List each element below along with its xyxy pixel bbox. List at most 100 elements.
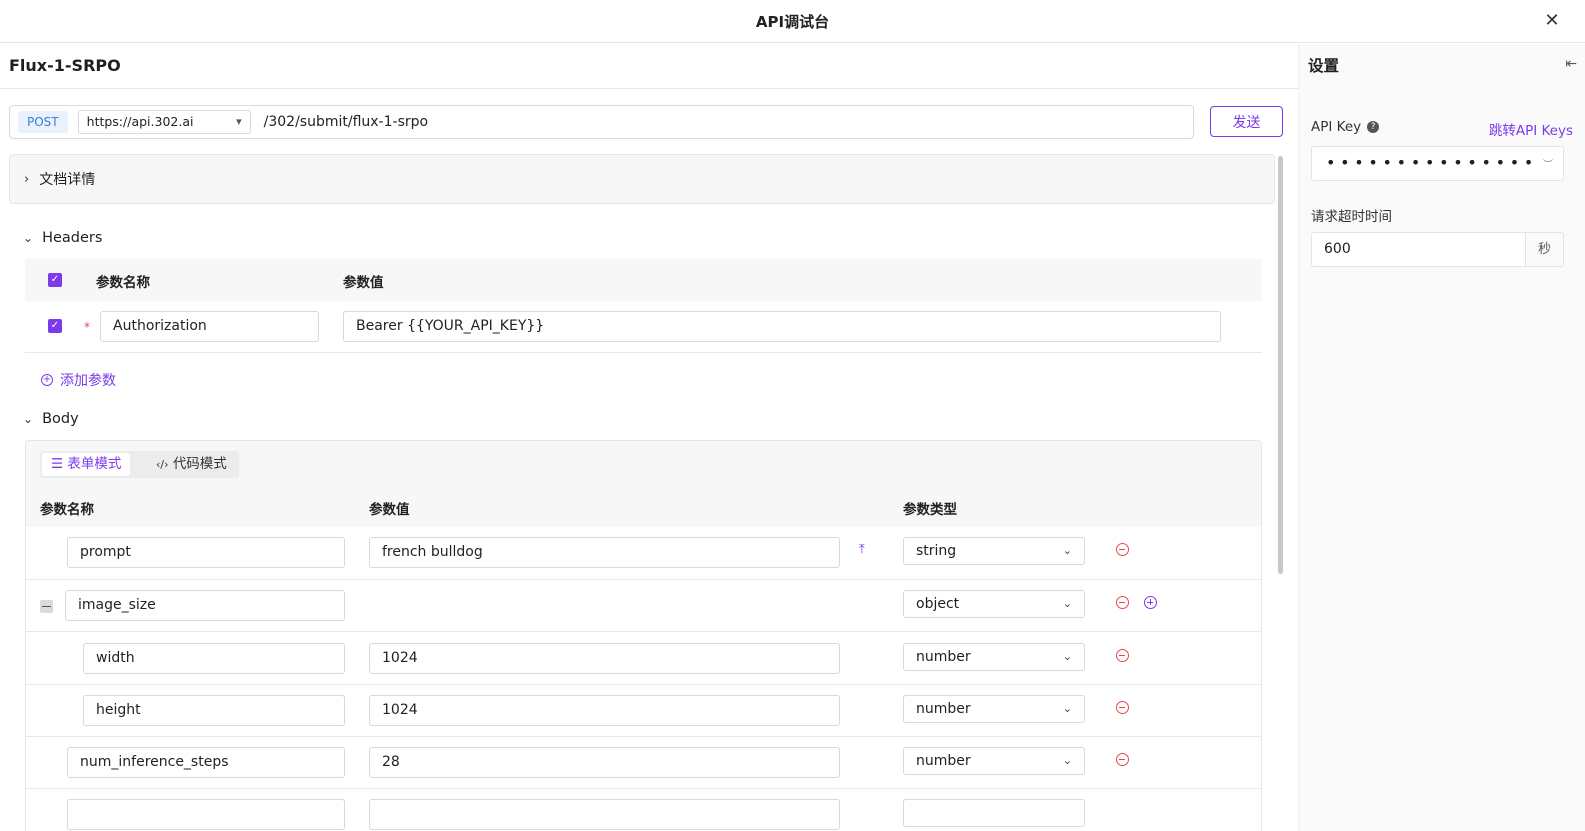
url-bar: POST https://api.302.ai ▾ /302/submit/fl… — [9, 105, 1194, 139]
col-param-value: 参数值 — [369, 502, 410, 518]
chevron-down-icon: ⌄ — [23, 412, 34, 426]
headers-section-toggle[interactable]: ⌄ Headers — [23, 230, 102, 246]
add-param-button[interactable]: + 添加参数 — [41, 370, 116, 390]
add-child-icon[interactable] — [1144, 596, 1157, 609]
base-url-select[interactable]: https://api.302.ai ▾ — [77, 110, 251, 134]
headers-title: Headers — [42, 230, 103, 246]
list-icon: ☰ — [51, 456, 64, 472]
param-name-input[interactable]: num_inference_steps — [67, 747, 345, 778]
table-row: num_inference_steps 28 number ⌄ — [26, 736, 1261, 788]
help-icon[interactable]: ? — [1367, 121, 1380, 133]
body-title: Body — [42, 411, 79, 427]
param-type-select[interactable]: object ⌄ — [903, 590, 1085, 618]
table-row: prompt french bulldog ⤒ string ⌄ — [26, 527, 1261, 579]
table-row: image_size object ⌄ — [26, 579, 1261, 631]
param-name-input[interactable]: prompt — [67, 537, 345, 568]
doc-details-label: 文档详情 — [39, 172, 96, 188]
timeout-input[interactable]: 600 — [1311, 232, 1525, 267]
param-type-select[interactable]: string ⌄ — [903, 537, 1085, 565]
param-name-input[interactable]: height — [83, 695, 345, 726]
col-param-value: 参数值 — [343, 275, 384, 291]
api-key-input[interactable]: ••••••••••••••• ︶ — [1311, 146, 1564, 181]
close-icon[interactable]: ✕ — [1541, 10, 1563, 32]
param-type-value: object — [916, 596, 960, 612]
method-badge: POST — [18, 111, 68, 133]
table-row — [26, 788, 1261, 831]
collapse-panel-icon[interactable]: ⇤ — [1565, 56, 1577, 72]
required-mark: * — [84, 320, 90, 334]
body-toolbar: ☰ 表单模式 ‹/› 代码模式 参数名称 参数值 参数类型 — [26, 441, 1261, 527]
headers-table-head: ✓ 参数名称 参数值 — [25, 259, 1262, 301]
model-title: Flux-1-SRPO — [9, 56, 121, 75]
param-value-input[interactable]: 1024 — [369, 695, 840, 726]
param-name-input[interactable]: width — [83, 643, 345, 674]
scrollbar[interactable] — [1278, 156, 1283, 574]
timeout-unit: 秒 — [1525, 232, 1564, 267]
chevron-down-icon: ⌄ — [1062, 650, 1072, 663]
param-type-value: number — [916, 701, 971, 717]
upload-icon[interactable]: ⤒ — [859, 542, 865, 557]
remove-circle-icon[interactable] — [1116, 543, 1129, 556]
tab-code-mode-label: 代码模式 — [172, 456, 227, 472]
select-all-checkbox[interactable]: ✓ — [48, 273, 62, 287]
collapse-icon[interactable] — [40, 600, 53, 613]
table-row: height 1024 number ⌄ — [26, 684, 1261, 736]
send-button[interactable]: 发送 — [1210, 106, 1283, 137]
param-value-input[interactable] — [369, 799, 840, 830]
divider — [0, 88, 1298, 89]
header-name-input[interactable]: Authorization — [100, 311, 319, 342]
settings-title: 设置 — [1308, 57, 1340, 75]
main-panel: Flux-1-SRPO POST https://api.302.ai ▾ /3… — [0, 44, 1298, 831]
window-title: API调试台 — [755, 12, 830, 31]
param-type-select[interactable]: number ⌄ — [903, 643, 1085, 671]
remove-circle-icon[interactable] — [1116, 649, 1129, 662]
chevron-down-icon: ⌄ — [1062, 597, 1072, 610]
api-key-label-text: API Key — [1311, 119, 1362, 135]
request-path[interactable]: /302/submit/flux-1-srpo — [264, 114, 428, 130]
param-value-input[interactable]: french bulldog — [369, 537, 840, 568]
col-param-name: 参数名称 — [96, 275, 150, 291]
chevron-down-icon: ⌄ — [1062, 754, 1072, 767]
code-icon: ‹/› — [156, 458, 169, 471]
remove-circle-icon[interactable] — [1116, 753, 1129, 766]
table-row: width 1024 number ⌄ — [26, 631, 1261, 683]
window-titlebar: API调试台 ✕ — [0, 0, 1585, 43]
param-name-input[interactable] — [67, 799, 345, 830]
plus-circle-icon: + — [41, 374, 53, 386]
chevron-down-icon: ⌄ — [23, 231, 34, 245]
param-name-input[interactable]: image_size — [65, 590, 345, 621]
chevron-down-icon: ▾ — [236, 115, 242, 128]
mode-tabs: ☰ 表单模式 ‹/› 代码模式 — [40, 451, 239, 478]
api-key-masked: ••••••••••••••• — [1326, 153, 1539, 172]
remove-circle-icon[interactable] — [1116, 596, 1129, 609]
timeout-label: 请求超时时间 — [1311, 209, 1392, 225]
param-type-select[interactable]: number ⌄ — [903, 695, 1085, 723]
param-value-input[interactable]: 28 — [369, 747, 840, 778]
row-checkbox[interactable]: ✓ — [48, 319, 62, 333]
tab-form-mode[interactable]: ☰ 表单模式 — [42, 453, 131, 476]
add-param-label: 添加参数 — [60, 373, 116, 389]
jump-api-keys-link[interactable]: 跳转API Keys — [1489, 119, 1573, 139]
doc-details-toggle[interactable]: › 文档详情 — [9, 154, 1275, 204]
param-type-value: string — [916, 543, 957, 559]
tab-code-mode[interactable]: ‹/› 代码模式 — [147, 453, 236, 476]
base-url-value: https://api.302.ai — [86, 114, 194, 129]
eye-closed-icon[interactable]: ︶ — [1543, 156, 1553, 171]
body-panel: ☰ 表单模式 ‹/› 代码模式 参数名称 参数值 参数类型 prompt fre… — [25, 440, 1262, 831]
chevron-down-icon: ⌄ — [1062, 702, 1072, 715]
table-row: ✓ * Authorization Bearer {{YOUR_API_KEY}… — [25, 301, 1262, 353]
api-key-label: API Key ? — [1311, 119, 1380, 135]
header-value-input[interactable]: Bearer {{YOUR_API_KEY}} — [343, 311, 1221, 342]
col-param-type: 参数类型 — [903, 502, 957, 518]
param-type-select[interactable] — [903, 799, 1085, 827]
chevron-down-icon: ⌄ — [1062, 544, 1072, 557]
body-section-toggle[interactable]: ⌄ Body — [23, 411, 79, 427]
tab-form-mode-label: 表单模式 — [67, 456, 122, 472]
remove-circle-icon[interactable] — [1116, 701, 1129, 714]
chevron-right-icon: › — [24, 171, 30, 187]
col-param-name: 参数名称 — [40, 502, 94, 518]
param-value-input[interactable]: 1024 — [369, 643, 840, 674]
param-type-select[interactable]: number ⌄ — [903, 747, 1085, 775]
param-type-value: number — [916, 753, 971, 769]
settings-panel: 设置 ⇤ API Key ? 跳转API Keys ••••••••••••••… — [1298, 44, 1585, 831]
